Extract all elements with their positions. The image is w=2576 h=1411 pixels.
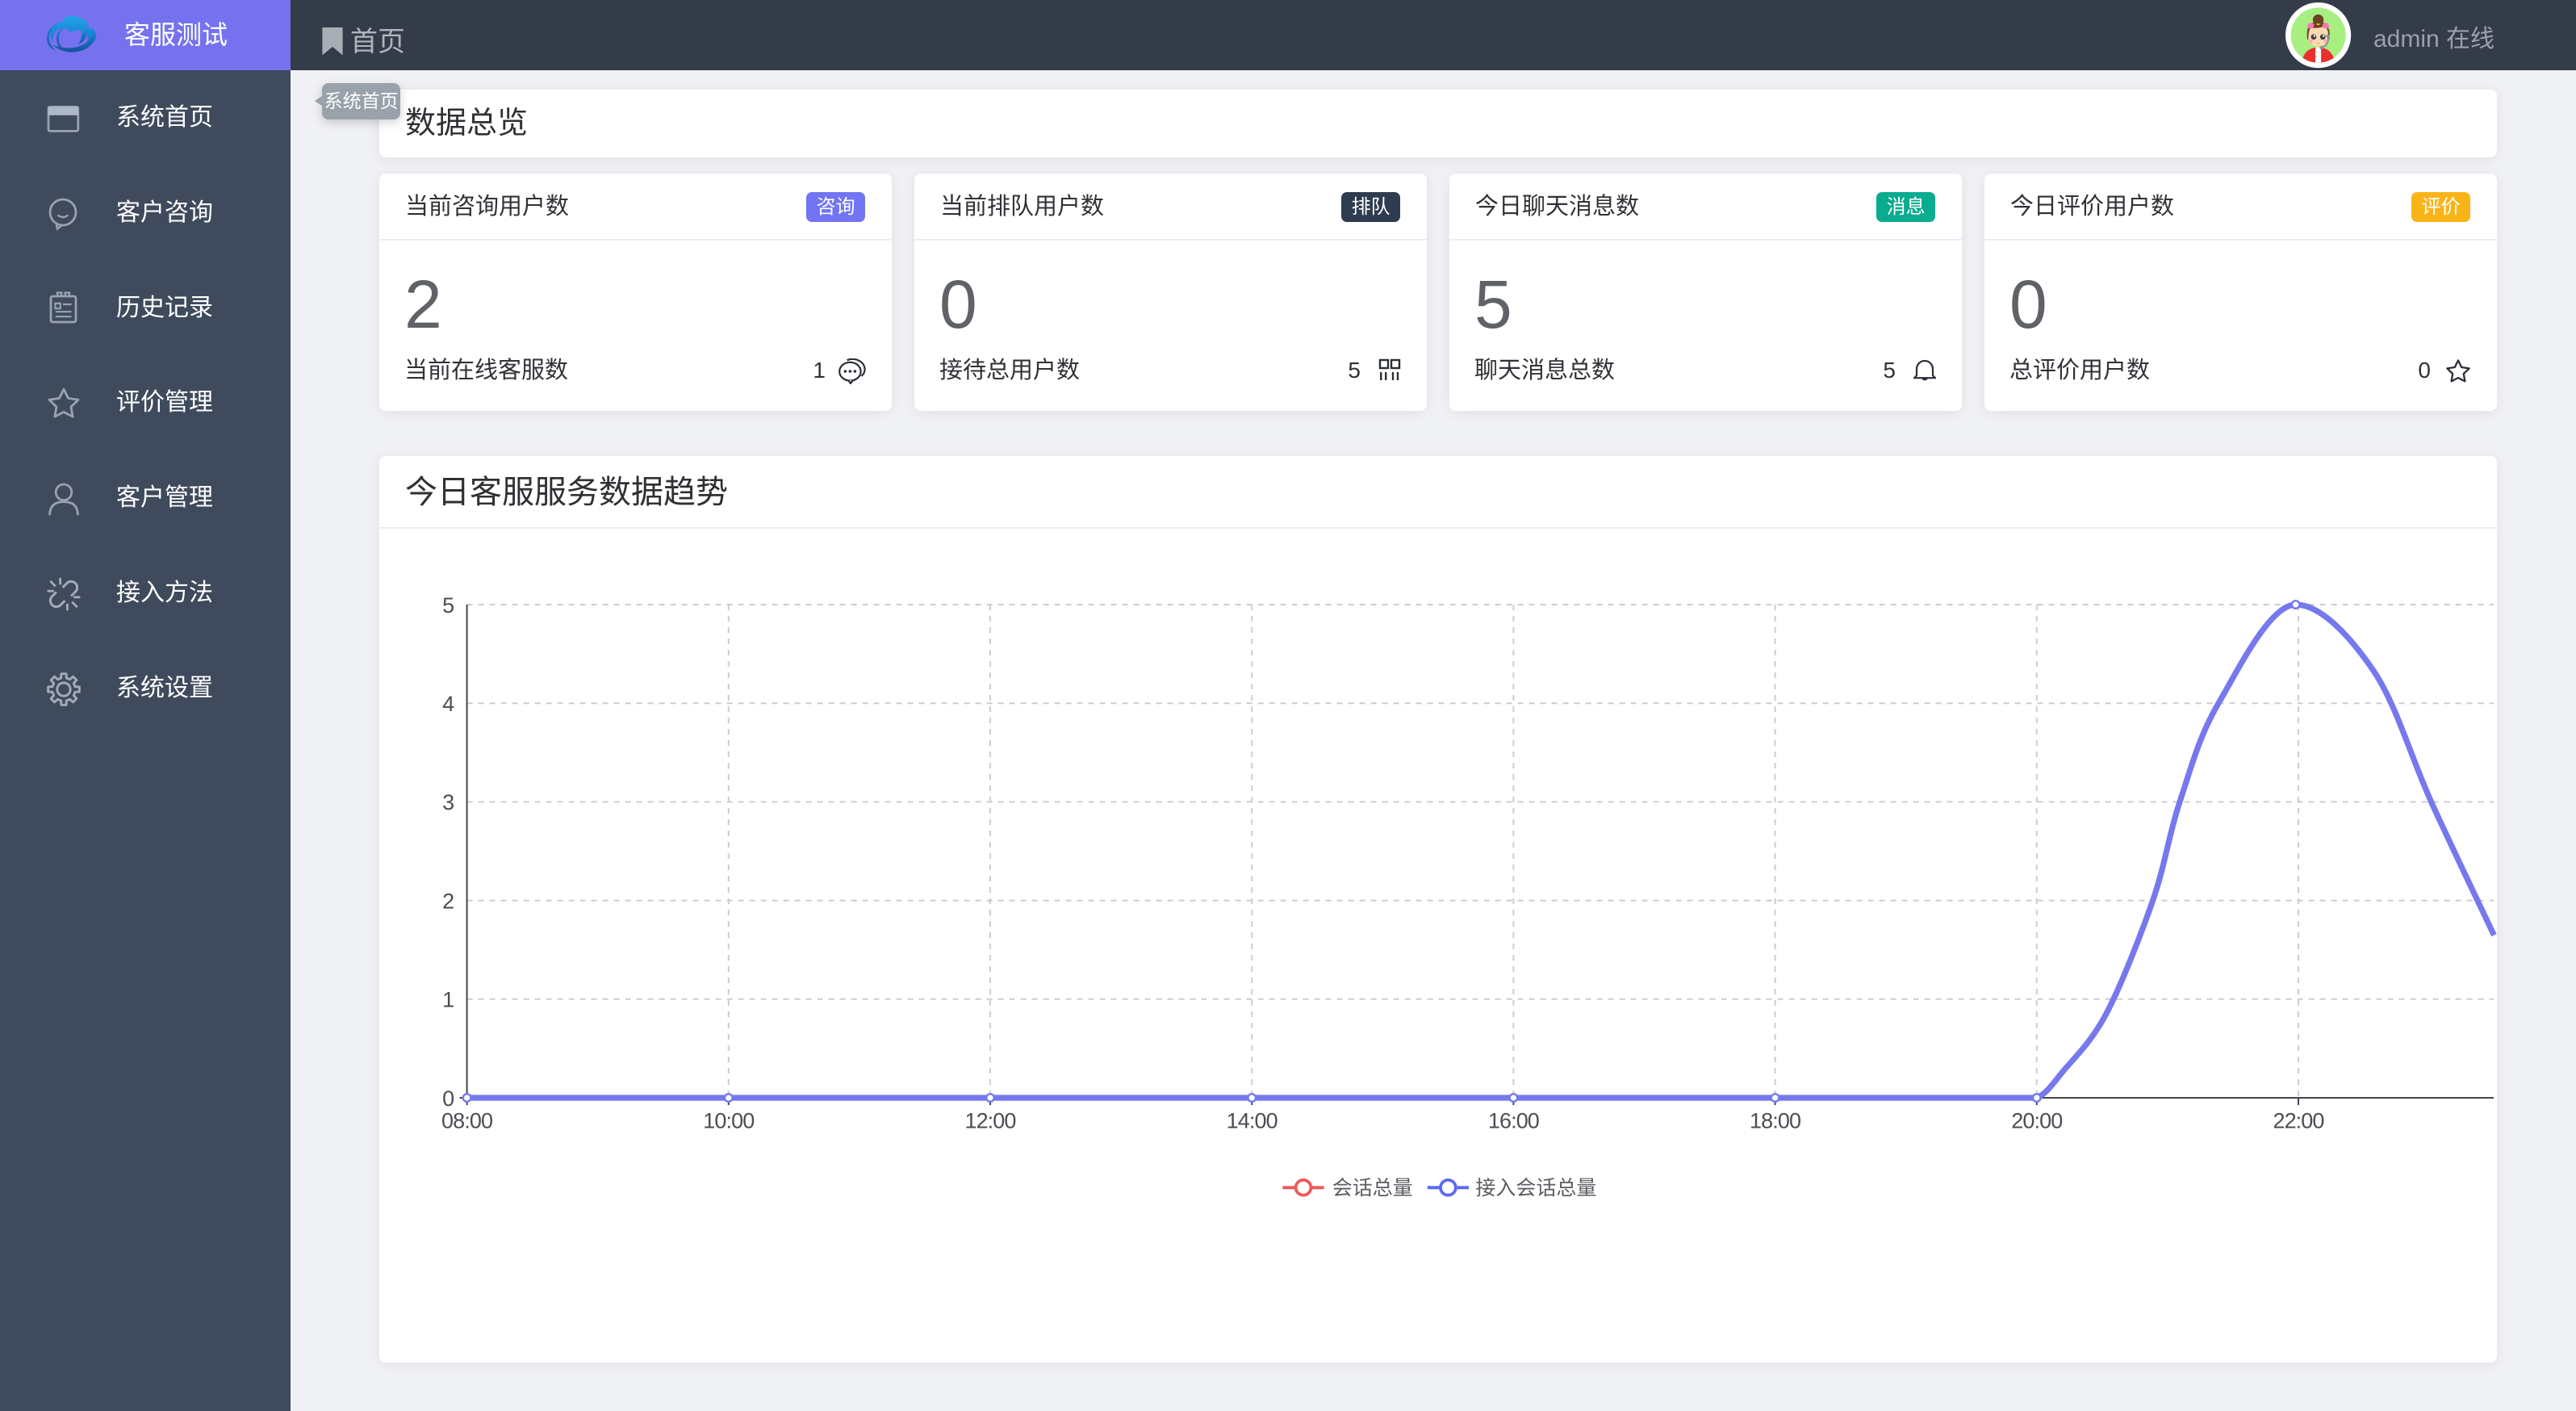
svg-text:14:00: 14:00 (1227, 1109, 1278, 1133)
svg-text:08:00: 08:00 (441, 1109, 492, 1133)
svg-text:16:00: 16:00 (1488, 1109, 1539, 1133)
svg-text:22:00: 22:00 (2273, 1109, 2323, 1133)
svg-text:接入会话总量: 接入会话总量 (1475, 1177, 1596, 1200)
svg-text:12:00: 12:00 (964, 1109, 1015, 1133)
svg-text:3: 3 (442, 790, 454, 814)
svg-text:18:00: 18:00 (1750, 1109, 1800, 1133)
svg-text:2: 2 (442, 889, 454, 913)
svg-text:10:00: 10:00 (703, 1109, 754, 1133)
svg-text:1: 1 (442, 988, 454, 1012)
svg-text:0: 0 (442, 1087, 454, 1111)
svg-text:4: 4 (442, 692, 454, 716)
svg-text:会话总量: 会话总量 (1332, 1177, 1413, 1200)
svg-text:5: 5 (442, 593, 454, 618)
svg-text:20:00: 20:00 (2011, 1109, 2062, 1133)
